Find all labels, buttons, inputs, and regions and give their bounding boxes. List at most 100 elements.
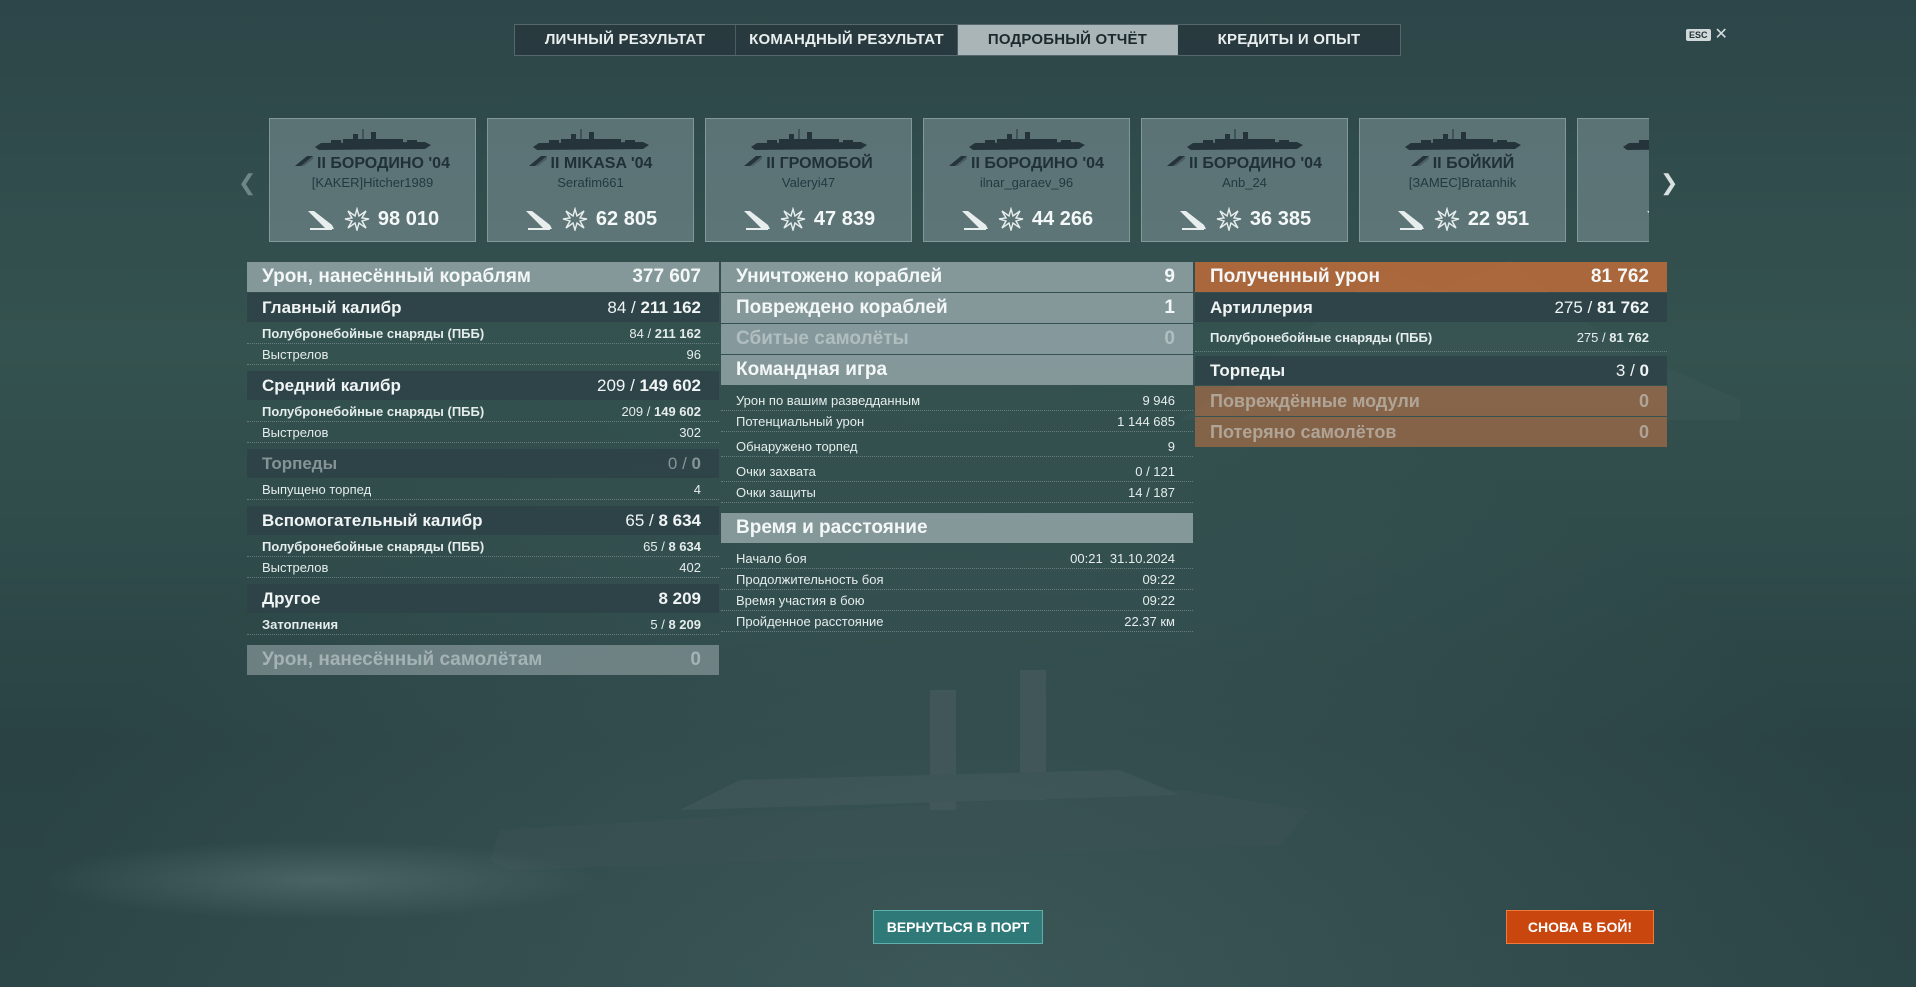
ship-silhouette-icon bbox=[1405, 129, 1521, 150]
secondary-shots-label: Выстрелов bbox=[262, 424, 329, 440]
tab-team-result[interactable]: КОМАНДНЫЙ РЕЗУЛЬТАТ bbox=[736, 25, 958, 55]
score-line bbox=[1578, 207, 1649, 231]
frag-sinking-ship-icon bbox=[961, 211, 988, 230]
plane-damage-label: Урон, нанесённый самолётам bbox=[262, 649, 543, 670]
time-distance-header: Время и расстояние bbox=[721, 513, 1193, 543]
ship-silhouette-icon bbox=[1623, 140, 1649, 150]
aux-shots-label: Выстрелов bbox=[262, 559, 329, 575]
carousel-next-icon[interactable]: ❯ bbox=[1660, 170, 1678, 196]
received-ap-row: Полубронебойные снаряды (ПББ) 275 / 81 7… bbox=[1195, 323, 1667, 352]
battle-again-button[interactable]: СНОВА В БОЙ! bbox=[1506, 910, 1654, 944]
main-battery-row: Главный калибр 84 / 211 162 bbox=[247, 293, 719, 322]
damage-burst-icon bbox=[1216, 207, 1242, 231]
ship-card[interactable]: II БОРОДИНО '04 Anb_24 36 385 bbox=[1141, 118, 1348, 242]
aux-shots-row: Выстрелов 402 bbox=[247, 557, 719, 578]
participation-time-row: Время участия в бою 09:22 bbox=[721, 590, 1193, 611]
torpedoes-fired-value: 4 bbox=[693, 481, 701, 497]
damage-burst-icon bbox=[562, 207, 588, 231]
ship-name: II БОРОДИНО '04 bbox=[924, 155, 1129, 173]
secondary-ap-row: Полубронебойные снаряды (ПББ) 209 / 149 … bbox=[247, 401, 719, 422]
capture-points-row: Очки захвата 0 / 121 bbox=[721, 461, 1193, 482]
ship-tier: II bbox=[971, 155, 980, 172]
ships-damaged-value: 1 bbox=[1164, 297, 1175, 318]
secondary-shots-value: 302 bbox=[679, 424, 701, 440]
ship-card[interactable]: II БОРОДИНО '04 [KAKER]Hitcher1989 98 010 bbox=[269, 118, 476, 242]
received-torpedoes-row: Торпеды 3 / 0 bbox=[1195, 356, 1667, 385]
player-name: Valeryi47 bbox=[781, 175, 836, 190]
flooding-row: Затопления 5 / 8 209 bbox=[247, 614, 719, 635]
aux-ap-row: Полубронебойные снаряды (ПББ) 65 / 8 634 bbox=[247, 536, 719, 557]
player-name: [3465 bbox=[1578, 175, 1649, 190]
close-icon: ✕ bbox=[1714, 26, 1728, 43]
team-play-header: Командная игра bbox=[721, 355, 1193, 385]
secondary-battery-label: Средний калибр bbox=[262, 375, 401, 395]
team-play-title: Командная игра bbox=[736, 359, 888, 380]
nation-flag-icon bbox=[1167, 156, 1186, 166]
ship-card[interactable]: II БОЙКИЙ [ЗАМЕС]Bratanhik 22 951 bbox=[1359, 118, 1566, 242]
flooding-label: Затопления bbox=[262, 616, 339, 632]
main-ap-label: Полубронебойные снаряды (ПББ) bbox=[262, 325, 485, 341]
defense-points-row: Очки защиты 14 / 187 bbox=[721, 482, 1193, 503]
nation-flag-icon bbox=[528, 156, 547, 166]
secondary-shots-row: Выстрелов 302 bbox=[247, 422, 719, 443]
damage-burst-icon bbox=[998, 207, 1024, 231]
distance-row: Пройденное расстояние 22.37 км bbox=[721, 611, 1193, 632]
nation-flag-icon bbox=[744, 156, 763, 166]
torpedoes-fired-label: Выпущено торпед bbox=[262, 481, 372, 497]
main-shots-value: 96 bbox=[686, 346, 701, 362]
damage-burst-icon bbox=[780, 207, 806, 231]
main-battery-label: Главный калибр bbox=[262, 297, 402, 317]
carousel-prev-icon[interactable]: ❮ bbox=[238, 170, 256, 196]
main-battery-value: 84 / 211 162 bbox=[607, 297, 701, 317]
aux-ap-label: Полубронебойные снаряды (ПББ) bbox=[262, 538, 485, 554]
torpedoes-spotted-label: Обнаружено торпед bbox=[736, 438, 858, 454]
modules-damaged-label: Повреждённые модули bbox=[1210, 390, 1420, 411]
ship-card[interactable]: II ГРОМОБОЙ Valeryi47 47 839 bbox=[705, 118, 912, 242]
ship-score: 36 385 bbox=[1249, 207, 1312, 230]
potential-damage-value: 1 144 685 bbox=[1117, 413, 1175, 429]
time-distance-title: Время и расстояние bbox=[736, 517, 928, 538]
distance-value: 22.37 км bbox=[1124, 613, 1175, 629]
planes-shot-label: Сбитые самолёты bbox=[736, 328, 909, 349]
return-to-port-button[interactable]: ВЕРНУТЬСЯ В ПОРТ bbox=[873, 910, 1043, 944]
main-shots-label: Выстрелов bbox=[262, 346, 329, 362]
main-shots-row: Выстрелов 96 bbox=[247, 344, 719, 365]
capture-points-label: Очки захвата bbox=[736, 463, 816, 479]
battle-summary-panel: Уничтожено кораблей 9 Повреждено корабле… bbox=[721, 262, 1193, 632]
tab-credits-xp[interactable]: КРЕДИТЫ И ОПЫТ bbox=[1178, 25, 1400, 55]
tab-detailed-report[interactable]: ПОДРОБНЫЙ ОТЧЁТ bbox=[958, 25, 1178, 55]
frag-sinking-ship-icon bbox=[743, 211, 770, 230]
close-button[interactable]: ESC ✕ bbox=[1686, 26, 1728, 43]
ship-card[interactable]: II БОРОДИНО '04 ilnar_garaev_96 44 266 bbox=[923, 118, 1130, 242]
damage-burst-icon bbox=[1434, 207, 1460, 231]
ship-silhouette-icon bbox=[1187, 129, 1303, 150]
ship-tier: II bbox=[766, 155, 776, 172]
plane-damage-value: 0 bbox=[690, 649, 701, 670]
participation-time-label: Время участия в бою bbox=[736, 592, 865, 608]
ship-score: 22 951 bbox=[1467, 207, 1530, 230]
nation-flag-icon bbox=[1410, 156, 1429, 166]
planes-lost-row: Потеряно самолётов 0 bbox=[1195, 417, 1667, 447]
torpedoes-spotted-value: 9 bbox=[1167, 438, 1175, 454]
ship-title: БОРОДИНО '04 bbox=[1202, 155, 1322, 172]
other-damage-label: Другое bbox=[262, 588, 321, 608]
modules-damaged-value: 0 bbox=[1638, 390, 1649, 411]
ship-title: БОРОДИНО '04 bbox=[330, 155, 450, 172]
potential-damage-row: Потенциальный урон 1 144 685 bbox=[721, 411, 1193, 432]
nation-flag-icon bbox=[295, 156, 314, 166]
ship-silhouette-icon bbox=[315, 129, 431, 150]
tab-personal-result[interactable]: ЛИЧНЫЙ РЕЗУЛЬТАТ bbox=[515, 25, 736, 55]
ship-card[interactable]: II [3465 bbox=[1577, 118, 1649, 242]
planes-shot-row: Сбитые самолёты 0 bbox=[721, 324, 1193, 354]
ships-destroyed-label: Уничтожено кораблей bbox=[736, 266, 943, 287]
ship-name: II БОРОДИНО '04 bbox=[1142, 155, 1347, 173]
aux-shots-value: 402 bbox=[679, 559, 701, 575]
battle-duration-row: Продолжительность боя 09:22 bbox=[721, 569, 1193, 590]
ship-card[interactable]: II MIKASA '04 Serafim661 62 805 bbox=[487, 118, 694, 242]
plane-damage-row: Урон, нанесённый самолётам 0 bbox=[247, 645, 719, 675]
damage-dealt-total: 377 607 bbox=[632, 266, 701, 287]
ship-tier: II bbox=[550, 155, 560, 172]
main-ap-value: 84 / 211 162 bbox=[629, 325, 701, 341]
received-torpedoes-label: Торпеды bbox=[1210, 360, 1286, 380]
ship-score: 44 266 bbox=[1031, 207, 1094, 230]
